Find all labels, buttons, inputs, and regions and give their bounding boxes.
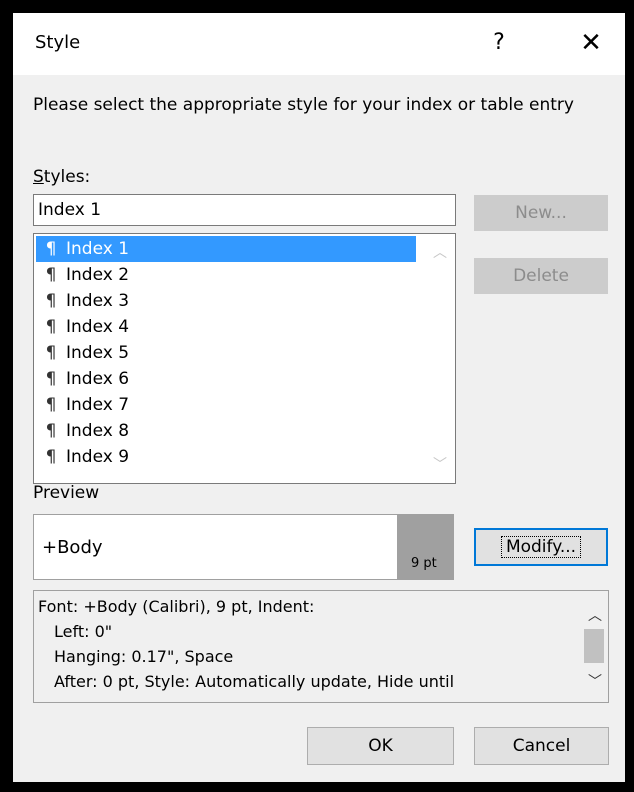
description-line: Hanging: 0.17", Space [54,647,234,666]
dialog-title: Style [35,32,81,53]
modify-button[interactable]: Modify... [474,528,608,566]
description-line: Left: 0" [54,622,113,641]
paragraph-icon: ¶ [45,317,57,337]
paragraph-icon: ¶ [45,343,57,363]
list-item[interactable]: ¶ Index 2 [36,262,416,288]
description-scrollbar[interactable]: ︿ ﹀ [580,591,608,702]
chevron-down-icon[interactable]: ﹀ [433,454,447,474]
list-item[interactable]: ¶ Index 3 [36,288,416,314]
styles-list[interactable]: ¶ Index 1 ¶ Index 2 ¶ Index 3 ¶ Index 4 ¶ Ind… [33,233,456,484]
chevron-up-icon[interactable]: ︿ [588,605,602,625]
paragraph-icon: ¶ [45,395,57,415]
list-item[interactable]: ¶ Index 9 [36,444,416,470]
paragraph-icon: ¶ [45,447,57,467]
list-item[interactable]: ¶ Index 7 [36,392,416,418]
title-bar: Style ? ✕ [13,13,625,75]
close-icon: ✕ [580,28,602,58]
description-line: After: 0 pt, Style: Automatically update… [54,672,455,691]
description-line: Font: +Body (Calibri), 9 pt, Indent: [38,597,315,616]
help-button[interactable]: ? [479,23,519,63]
delete-button[interactable]: Delete [474,258,608,294]
font-size-badge: 9 pt [397,515,453,579]
modify-button-label: Modify... [500,536,582,558]
ok-button[interactable]: OK [307,727,454,765]
preview-label: Preview [33,483,100,503]
instructions-text: Please select the appropriate style for … [33,95,574,115]
preview-text: +Body [42,537,103,558]
list-item[interactable]: ¶ Index 4 [36,314,416,340]
paragraph-icon: ¶ [45,239,57,259]
list-item[interactable]: ¶ Index 1 [36,236,416,262]
question-icon: ? [493,30,505,55]
chevron-down-icon[interactable]: ﹀ [588,671,602,691]
styles-label: Styles: [33,167,91,187]
style-name-input[interactable] [33,194,456,226]
close-button[interactable]: ✕ [571,23,611,63]
scrollbar-thumb[interactable] [584,629,604,663]
paragraph-icon: ¶ [45,291,57,311]
list-item[interactable]: ¶ Index 8 [36,418,416,444]
paragraph-icon: ¶ [45,369,57,389]
preview-box: +Body 9 pt [33,514,454,580]
chevron-up-icon[interactable]: ︿ [433,242,447,262]
style-description: Font: +Body (Calibri), 9 pt, Indent: Lef… [33,590,609,703]
paragraph-icon: ¶ [45,421,57,441]
list-item[interactable]: ¶ Index 6 [36,366,416,392]
styles-list-scrollbar[interactable]: ︿ ﹀ [425,234,455,483]
list-item[interactable]: ¶ Index 5 [36,340,416,366]
cancel-button[interactable]: Cancel [474,727,609,765]
style-dialog: Style ? ✕ Please select the appropriate … [13,13,625,782]
new-button[interactable]: New... [474,195,608,231]
paragraph-icon: ¶ [45,265,57,285]
